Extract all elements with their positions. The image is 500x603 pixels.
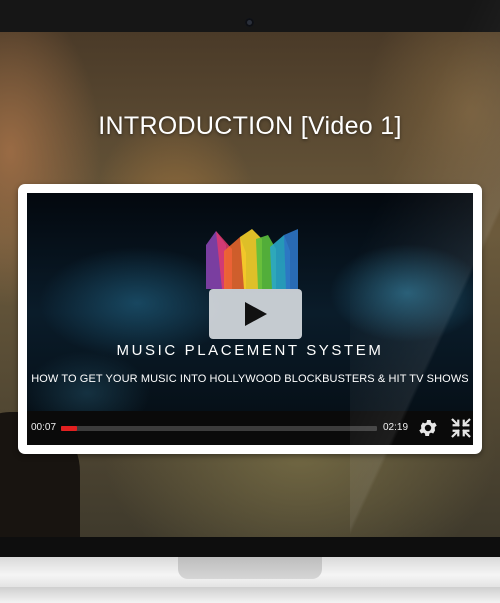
bezel-bottom bbox=[0, 537, 500, 557]
video-tagline: HOW TO GET YOUR MUSIC INTO HOLLYWOOD BLO… bbox=[31, 373, 469, 385]
webcam-icon bbox=[245, 18, 254, 27]
page-title: INTRODUCTION [Video 1] bbox=[98, 112, 402, 140]
settings-button[interactable] bbox=[417, 417, 439, 439]
total-time: 02:19 bbox=[383, 422, 409, 433]
exit-fullscreen-icon bbox=[451, 418, 471, 438]
video-brand-title: MUSIC PLACEMENT SYSTEM bbox=[116, 342, 384, 359]
rainbow-crown-logo-icon bbox=[206, 229, 298, 289]
laptop-bezel: INTRODUCTION [Video 1] MUSIC PLACEMENT S… bbox=[0, 0, 500, 557]
video-player[interactable]: MUSIC PLACEMENT SYSTEM HOW TO GET YOUR M… bbox=[27, 193, 473, 445]
exit-fullscreen-button[interactable] bbox=[450, 417, 472, 439]
gear-icon bbox=[419, 420, 437, 436]
current-time: 00:07 bbox=[31, 422, 57, 433]
laptop-base-edge bbox=[0, 587, 500, 603]
progress-bar[interactable] bbox=[61, 426, 377, 431]
play-icon bbox=[245, 302, 267, 326]
play-button[interactable] bbox=[209, 289, 302, 339]
progress-fill bbox=[61, 426, 77, 431]
video-player-frame: MUSIC PLACEMENT SYSTEM HOW TO GET YOUR M… bbox=[18, 184, 482, 454]
laptop-screen: INTRODUCTION [Video 1] MUSIC PLACEMENT S… bbox=[0, 32, 500, 537]
laptop-opening-notch bbox=[178, 557, 322, 579]
video-controls-bar: 00:07 02:19 bbox=[27, 411, 473, 445]
video-thumbnail: MUSIC PLACEMENT SYSTEM HOW TO GET YOUR M… bbox=[27, 193, 473, 411]
